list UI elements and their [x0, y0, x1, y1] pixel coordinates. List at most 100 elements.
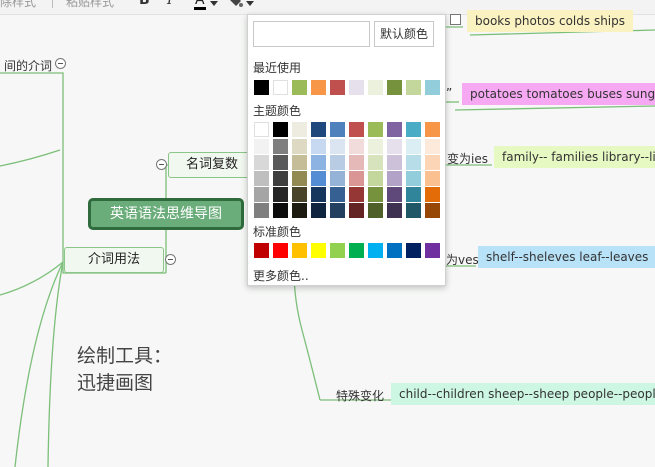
standard-color-swatch[interactable] — [368, 243, 383, 258]
theme-color-swatch[interactable] — [406, 171, 421, 186]
theme-color-swatch[interactable] — [292, 171, 307, 186]
default-color-button[interactable]: 默认颜色 — [374, 21, 434, 47]
recent-color-swatch[interactable] — [292, 80, 307, 95]
node-preposition-usage[interactable]: 介词用法 — [64, 247, 164, 273]
theme-color-swatch[interactable] — [387, 203, 402, 218]
standard-color-swatch[interactable] — [387, 243, 402, 258]
theme-color-swatch[interactable] — [254, 203, 269, 218]
theme-color-swatch[interactable] — [292, 139, 307, 154]
theme-color-swatch[interactable] — [311, 203, 326, 218]
example-tag-books[interactable]: books photos colds ships — [467, 10, 634, 32]
example-tag-shelf[interactable]: shelf--sheleves leaf--leaves — [478, 246, 655, 268]
standard-color-swatch[interactable] — [349, 243, 364, 258]
root-node[interactable]: 英语语法思维导图 — [88, 198, 244, 230]
rule-ves-label[interactable]: 为ves — [446, 251, 479, 268]
theme-color-swatch[interactable] — [273, 187, 288, 202]
recent-color-swatch[interactable] — [349, 80, 364, 95]
theme-color-swatch[interactable] — [368, 139, 383, 154]
theme-color-swatch[interactable] — [425, 203, 440, 218]
mindmap-canvas[interactable]: 除样式 粘贴样式 B I A 间的介词 英语语法思维导图 名词复数 介词用法 b… — [0, 0, 655, 467]
collapse-icon[interactable] — [156, 159, 167, 170]
left-branch-label[interactable]: 间的介词 — [4, 57, 52, 74]
theme-color-swatch[interactable] — [273, 155, 288, 170]
theme-color-swatch[interactable] — [349, 203, 364, 218]
theme-color-swatch[interactable] — [330, 203, 345, 218]
standard-color-swatch[interactable] — [311, 243, 326, 258]
recent-color-swatch[interactable] — [425, 80, 440, 95]
rule-special-label[interactable]: 特殊变化 — [336, 387, 384, 404]
theme-color-swatch[interactable] — [425, 139, 440, 154]
theme-color-swatch[interactable] — [368, 155, 383, 170]
theme-color-swatch[interactable] — [406, 122, 421, 137]
theme-color-swatch[interactable] — [292, 187, 307, 202]
theme-color-swatch[interactable] — [311, 122, 326, 137]
theme-color-swatch[interactable] — [387, 122, 402, 137]
recent-color-swatch[interactable] — [311, 80, 326, 95]
theme-color-swatch[interactable] — [368, 122, 383, 137]
recent-color-swatch[interactable] — [273, 80, 288, 95]
theme-color-swatch[interactable] — [368, 171, 383, 186]
theme-color-swatch[interactable] — [349, 122, 364, 137]
theme-color-swatch[interactable] — [387, 155, 402, 170]
theme-color-swatch[interactable] — [254, 171, 269, 186]
theme-color-swatch[interactable] — [406, 187, 421, 202]
theme-color-swatch[interactable] — [368, 203, 383, 218]
theme-color-swatch[interactable] — [425, 155, 440, 170]
standard-color-swatch[interactable] — [273, 243, 288, 258]
theme-color-swatch[interactable] — [330, 187, 345, 202]
theme-color-swatch[interactable] — [330, 122, 345, 137]
rule-ies-label[interactable]: 变为ies — [447, 150, 488, 167]
theme-color-swatch[interactable] — [387, 139, 402, 154]
theme-color-swatch[interactable] — [368, 187, 383, 202]
theme-color-swatch[interactable] — [292, 203, 307, 218]
theme-color-swatch[interactable] — [330, 139, 345, 154]
theme-color-swatch[interactable] — [349, 171, 364, 186]
theme-color-swatch[interactable] — [292, 155, 307, 170]
theme-color-swatch[interactable] — [425, 187, 440, 202]
theme-color-swatch[interactable] — [311, 171, 326, 186]
standard-colors-title: 标准颜色 — [253, 225, 302, 239]
theme-color-swatch[interactable] — [406, 139, 421, 154]
recent-color-swatch[interactable] — [387, 80, 402, 95]
standard-color-swatch[interactable] — [425, 243, 440, 258]
theme-color-swatch[interactable] — [292, 122, 307, 137]
theme-color-swatch[interactable] — [273, 122, 288, 137]
theme-color-swatch[interactable] — [273, 171, 288, 186]
theme-color-swatch[interactable] — [349, 155, 364, 170]
theme-color-swatch[interactable] — [311, 187, 326, 202]
collapse-icon[interactable] — [55, 58, 66, 69]
theme-color-swatch[interactable] — [406, 155, 421, 170]
theme-color-swatch[interactable] — [349, 139, 364, 154]
recent-color-swatch[interactable] — [330, 80, 345, 95]
example-tag-potatoes[interactable]: potatoes tomatoes buses sungla — [462, 83, 655, 105]
standard-color-swatch[interactable] — [292, 243, 307, 258]
recent-color-swatch[interactable] — [406, 80, 421, 95]
theme-color-swatch[interactable] — [425, 122, 440, 137]
hex-color-input[interactable] — [253, 21, 370, 47]
node-plural-nouns[interactable]: 名词复数 — [168, 152, 256, 178]
theme-color-swatch[interactable] — [387, 187, 402, 202]
theme-color-swatch[interactable] — [254, 155, 269, 170]
collapse-icon[interactable] — [165, 254, 176, 265]
theme-color-swatch[interactable] — [330, 171, 345, 186]
recent-color-swatch[interactable] — [254, 80, 269, 95]
theme-color-swatch[interactable] — [311, 139, 326, 154]
standard-color-swatch[interactable] — [406, 243, 421, 258]
recent-color-swatch[interactable] — [368, 80, 383, 95]
more-colors-link[interactable]: 更多颜色.. — [253, 267, 309, 284]
theme-color-swatch[interactable] — [311, 155, 326, 170]
theme-color-swatch[interactable] — [254, 187, 269, 202]
theme-color-swatch[interactable] — [425, 171, 440, 186]
example-tag-family[interactable]: family-- families library--lib — [494, 146, 655, 168]
standard-color-swatch[interactable] — [254, 243, 269, 258]
theme-color-swatch[interactable] — [273, 203, 288, 218]
theme-color-swatch[interactable] — [387, 171, 402, 186]
theme-color-swatch[interactable] — [254, 139, 269, 154]
theme-color-swatch[interactable] — [254, 122, 269, 137]
theme-color-swatch[interactable] — [330, 155, 345, 170]
standard-color-swatch[interactable] — [330, 243, 345, 258]
theme-color-swatch[interactable] — [273, 139, 288, 154]
theme-color-swatch[interactable] — [406, 203, 421, 218]
example-tag-child[interactable]: child--children sheep--sheep people--peo… — [391, 383, 655, 405]
theme-color-swatch[interactable] — [349, 187, 364, 202]
